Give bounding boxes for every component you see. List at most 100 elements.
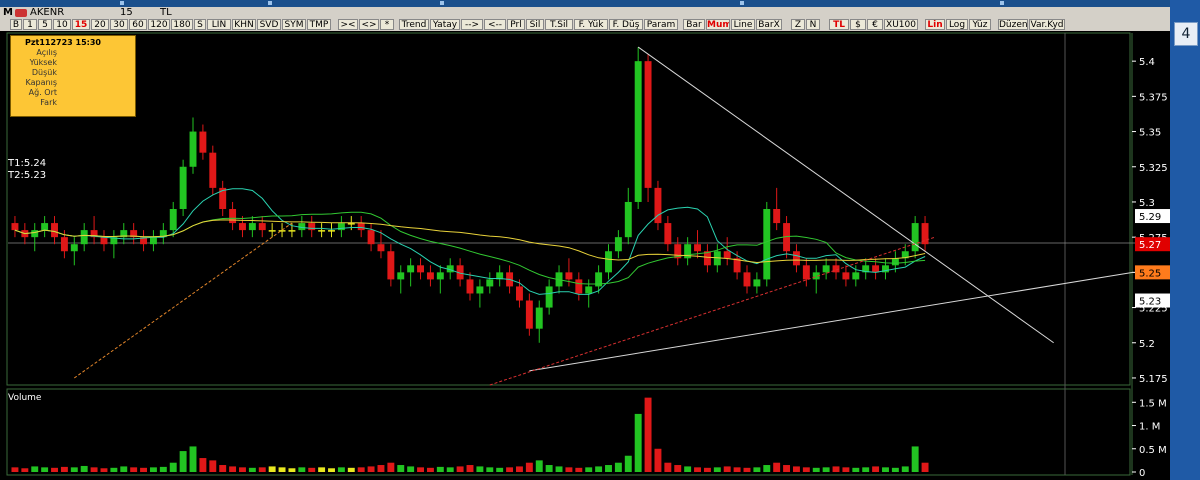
volume-title: Volume (8, 393, 42, 403)
candle-body (486, 279, 494, 287)
candle-body (229, 209, 237, 224)
volume-bar (377, 465, 385, 472)
candle-body (377, 244, 385, 252)
volume-bar (278, 467, 286, 472)
candle-body (525, 300, 533, 329)
info-box: Pzt112723 15:30 Açılış Yüksek Düşük Kapa… (10, 35, 136, 117)
volume-bar (585, 467, 593, 472)
volume-tick-label: 1.5 M (1139, 398, 1167, 409)
info-label-high: Yüksek (29, 58, 57, 67)
price-marker-label: 5.23 (1139, 297, 1161, 308)
candle-body (872, 265, 880, 273)
candle-body (31, 230, 39, 238)
candle-body (397, 272, 405, 280)
side-scroll-button[interactable]: 4 (1174, 22, 1198, 46)
volume-bar (664, 462, 672, 472)
volume-bar (545, 465, 553, 472)
candle-body (852, 272, 860, 280)
candle-body (80, 230, 88, 245)
volume-bar (644, 397, 652, 472)
info-label-low: Düşük (31, 68, 57, 77)
candle-body (466, 279, 474, 294)
candle-body (753, 279, 761, 287)
volume-bar (614, 462, 622, 472)
candle-body (891, 258, 899, 266)
volume-bar (783, 465, 791, 472)
candle-body (545, 286, 553, 308)
candle-body (585, 286, 593, 294)
volume-bar (891, 467, 899, 472)
volume-bar (51, 467, 58, 472)
candle-body (51, 223, 58, 238)
candle-body (70, 244, 78, 252)
volume-bar (318, 467, 326, 472)
candle-body (288, 230, 296, 232)
candle-body (387, 251, 395, 280)
candle-body (763, 209, 771, 280)
price-marker-label: 5.25 (1139, 268, 1161, 279)
candle-body (565, 272, 573, 280)
candle-body (239, 223, 246, 231)
candle-body (209, 152, 217, 188)
volume-bar (367, 466, 375, 472)
info-date: Pzt112723 15:30 (25, 38, 101, 47)
candle-body (169, 209, 177, 231)
volume-bar (70, 467, 78, 472)
volume-bar (41, 467, 49, 472)
candle-body (347, 223, 355, 225)
volume-bar (812, 467, 820, 472)
candle-body (248, 223, 256, 231)
candle-body (516, 286, 523, 301)
volume-bar (209, 460, 217, 472)
volume-bar (90, 467, 98, 472)
price-tick-label: 5.4 (1139, 57, 1155, 68)
candle-body (575, 279, 583, 294)
candle-body (723, 251, 731, 259)
candle-body (268, 230, 276, 232)
price-marker-label: 5.27 (1139, 240, 1161, 251)
trendline-upper (637, 46, 1054, 344)
volume-bar (535, 460, 543, 472)
volume-bar (872, 466, 880, 472)
volume-bar (258, 467, 266, 472)
volume-bar (31, 466, 39, 472)
candle-body (664, 223, 672, 245)
price-tick-label: 5.35 (1139, 128, 1161, 139)
candle-body (258, 223, 266, 231)
volume-bar (842, 467, 850, 472)
volume-bar (773, 462, 781, 472)
price-tick-label: 5.375 (1139, 92, 1168, 103)
volume-bar (179, 451, 187, 472)
volume-bar (110, 467, 118, 472)
volume-bar (723, 466, 731, 472)
volume-bar (496, 467, 504, 472)
price-chart[interactable]: 5.45.3755.355.3255.35.2755.255.2255.25.1… (0, 0, 1170, 480)
candle-body (436, 272, 444, 280)
volume-bar (426, 467, 434, 472)
volume-bar (357, 467, 365, 472)
candle-body (179, 166, 187, 209)
volume-bar (397, 465, 405, 472)
candle-body (535, 307, 543, 329)
volume-bar (387, 462, 395, 472)
volume-bar (308, 467, 316, 472)
volume-bar (595, 466, 603, 472)
volume-bar (605, 465, 612, 472)
candle-body (476, 286, 484, 294)
volume-bar (130, 467, 138, 472)
volume-bar (555, 466, 563, 472)
side-panel: 4 (1170, 0, 1200, 480)
candle-body (426, 272, 434, 280)
candle-body (367, 230, 375, 245)
candle-body (189, 131, 197, 167)
volume-bar (466, 465, 474, 472)
volume-bar (159, 466, 167, 472)
trendline-dashed-orange (74, 222, 293, 379)
candle-body (822, 265, 830, 273)
price-marker-label: 5.29 (1139, 212, 1161, 223)
volume-bar (21, 468, 29, 472)
volume-bar (862, 467, 870, 472)
volume-bar (565, 467, 573, 472)
candle-body (743, 272, 751, 287)
volume-bar (337, 467, 345, 472)
